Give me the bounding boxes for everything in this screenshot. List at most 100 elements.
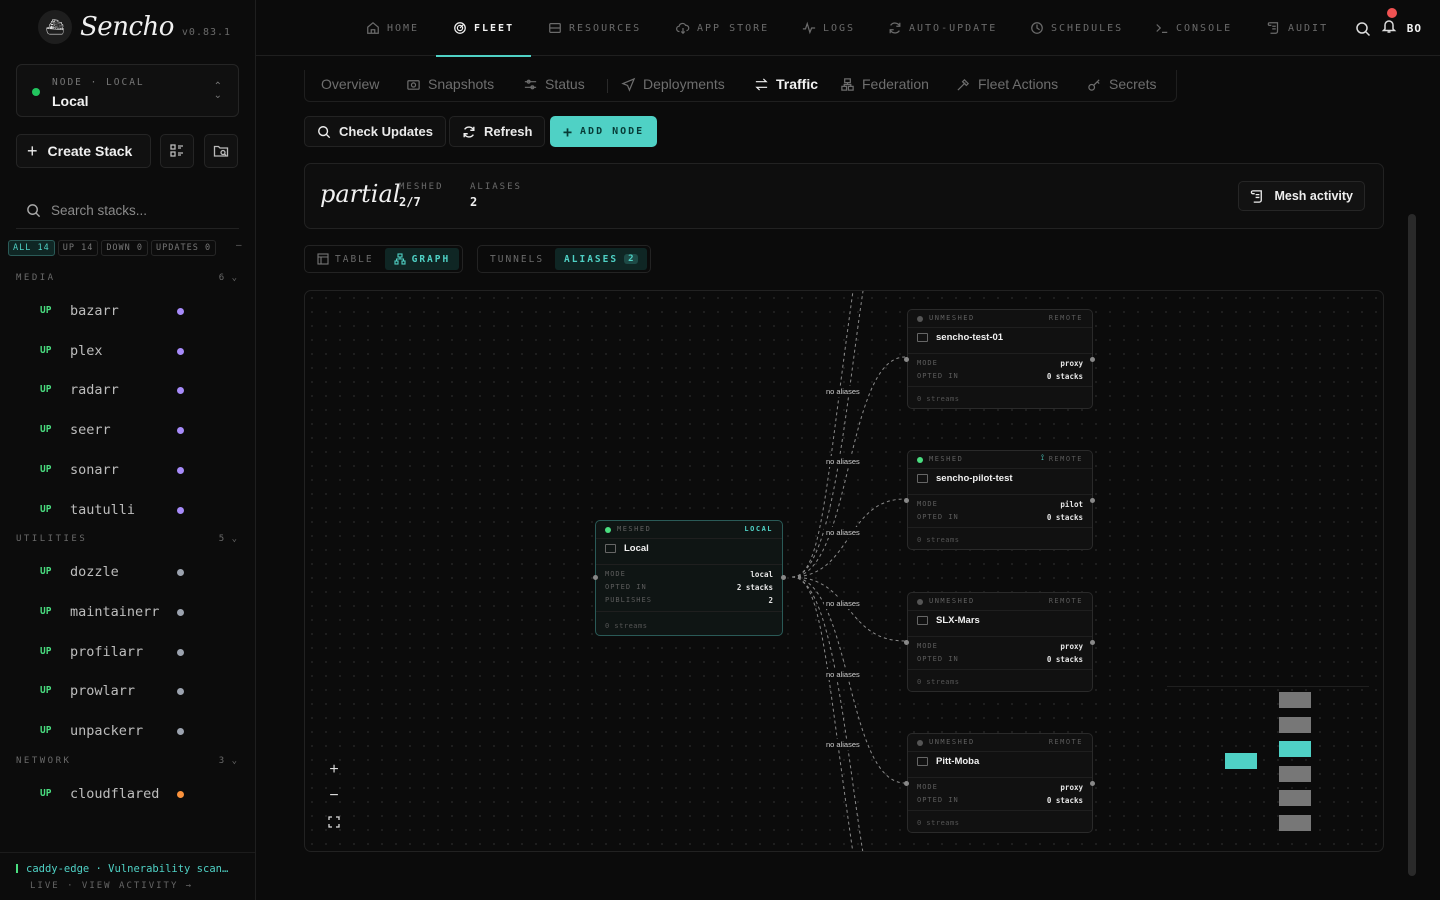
mesh-state: partial xyxy=(320,180,401,208)
tab-label: Federation xyxy=(862,76,929,92)
node-state: UNMESHED xyxy=(929,597,975,605)
mesh-graph-canvas[interactable]: MESHED LOCAL Local MODE local OPTED IN 2 stack… xyxy=(304,290,1384,852)
stack-item[interactable]: UP cloudflared xyxy=(16,780,238,810)
nav-audit[interactable]: AUDIT xyxy=(1267,0,1328,56)
ship-logo-icon: ⛴ xyxy=(38,10,72,44)
tab-traffic[interactable]: Traffic xyxy=(754,76,818,92)
nav-resources[interactable]: RESOURCES xyxy=(548,0,641,56)
graph-minimap[interactable] xyxy=(1167,686,1369,836)
view-toggle: TABLE GRAPH xyxy=(304,245,464,273)
node-port xyxy=(781,575,786,580)
node-header: UNMESHED REMOTE xyxy=(908,310,1092,328)
node-field: OPTED IN 0 stacks xyxy=(917,513,1083,522)
stack-item[interactable]: UP seerr xyxy=(16,416,238,446)
search-icon[interactable] xyxy=(1355,21,1371,37)
aliases-button[interactable]: ALIASES 2 xyxy=(555,248,647,270)
tab-fleet-actions[interactable]: Fleet Actions xyxy=(956,76,1058,92)
stack-search[interactable] xyxy=(16,193,239,229)
node-field: OPTED IN 0 stacks xyxy=(917,372,1083,381)
stack-item[interactable]: UP tautulli xyxy=(16,496,238,526)
local-node[interactable]: MESHED LOCAL Local MODE local OPTED IN 2 stack… xyxy=(595,520,783,636)
nav-console[interactable]: CONSOLE xyxy=(1155,0,1232,56)
tab-overview[interactable]: Overview xyxy=(321,76,379,92)
node-selector[interactable]: NODE · LOCAL Local ⌃ ⌄ xyxy=(16,64,239,117)
nav-app-store[interactable]: APP STORE xyxy=(676,0,769,56)
group-header[interactable]: UTILITIES 5 ⌄ xyxy=(16,534,238,544)
app-version: v0.83.1 xyxy=(181,26,232,38)
node-streams: 0 streams xyxy=(917,678,960,686)
zoom-out-button[interactable]: − xyxy=(323,785,345,807)
tunnels-button[interactable]: TUNNELS xyxy=(481,248,553,270)
field-value: pilot xyxy=(1060,500,1083,509)
tab-status[interactable]: Status xyxy=(523,76,585,92)
aliases-value: 2 xyxy=(470,195,478,209)
stack-color-dot xyxy=(177,387,184,395)
filter-chip[interactable]: DOWN 0 xyxy=(101,240,149,256)
stack-item[interactable]: UP unpackerr xyxy=(16,717,238,747)
stack-item[interactable]: UP bazarr xyxy=(16,297,238,327)
stack-color-dot xyxy=(177,427,184,435)
top-nav: HOME FLEET RESOURCES APP STORE LOGS AUTO-UPDA… xyxy=(256,0,1440,57)
nav-label: HOME xyxy=(387,22,420,34)
remote-node[interactable]: UNMESHED REMOTE SLX-Mars MODE proxy OPTED IN 0… xyxy=(907,592,1093,692)
remote-node[interactable]: UNMESHED REMOTE sencho-test-01 MODE proxy OPT… xyxy=(907,309,1093,409)
graph-view-button[interactable]: GRAPH xyxy=(384,248,460,270)
fit-view-button[interactable] xyxy=(323,811,345,833)
check-updates-label: Check Updates xyxy=(339,124,433,139)
tab-secrets[interactable]: Secrets xyxy=(1087,76,1156,92)
aliases-label: ALIASES xyxy=(564,253,619,265)
field-value: proxy xyxy=(1060,359,1083,368)
stack-status: UP xyxy=(40,725,52,736)
brand[interactable]: ⛴ Sencho v0.83.1 xyxy=(38,10,231,44)
stack-item[interactable]: UP radarr xyxy=(16,376,238,406)
nav-label: FLEET xyxy=(474,22,515,34)
stack-item[interactable]: UP dozzle xyxy=(16,558,238,588)
notifications[interactable] xyxy=(1381,8,1397,39)
mesh-activity-button[interactable]: Mesh activity xyxy=(1238,181,1365,211)
zoom-in-button[interactable]: + xyxy=(323,759,345,781)
remote-node[interactable]: UNMESHED REMOTE Pitt-Moba MODE proxy OPTED IN… xyxy=(907,733,1093,833)
remote-node[interactable]: MESHED ⟟ REMOTE sencho-pilot-test MODE pilot O… xyxy=(907,450,1093,550)
search-input[interactable] xyxy=(51,203,231,218)
folder-search-button[interactable] xyxy=(204,134,238,168)
tab-federation[interactable]: Federation xyxy=(840,76,929,92)
nav-auto-update[interactable]: AUTO-UPDATE xyxy=(888,0,997,56)
aliases-count: 2 xyxy=(624,254,638,264)
filter-chip[interactable]: UPDATES 0 xyxy=(151,240,217,256)
nav-fleet[interactable]: FLEET xyxy=(436,0,532,57)
field-value: 0 stacks xyxy=(1046,655,1083,664)
activity-footer[interactable]: caddy-edge · Vulnerability scan… LIVE · … xyxy=(0,852,255,900)
nav-schedules[interactable]: SCHEDULES xyxy=(1030,0,1123,56)
filter-chip[interactable]: ALL 14 xyxy=(8,240,55,256)
refresh-button[interactable]: Refresh xyxy=(449,116,546,147)
stack-item[interactable]: UP maintainerr xyxy=(16,598,238,628)
tab-deployments[interactable]: Deployments xyxy=(621,76,725,92)
user-avatar[interactable]: BO xyxy=(1407,22,1422,35)
group-header[interactable]: NETWORK 3 ⌄ xyxy=(16,756,238,766)
nav-logs[interactable]: LOGS xyxy=(802,0,855,56)
node-field: OPTED IN 0 stacks xyxy=(917,655,1083,664)
table-icon xyxy=(317,253,329,265)
nav-home[interactable]: HOME xyxy=(366,0,419,56)
create-stack-button[interactable]: + Create Stack xyxy=(16,134,151,168)
filter-more-icon[interactable]: – xyxy=(236,240,242,251)
stack-item[interactable]: UP profilarr xyxy=(16,638,238,668)
stack-item[interactable]: UP plex xyxy=(16,337,238,367)
field-label: MODE xyxy=(605,570,626,578)
page-scrollbar[interactable] xyxy=(1408,214,1416,876)
table-view-button[interactable]: TABLE xyxy=(308,248,383,270)
view-activity-link[interactable]: LIVE · VIEW ACTIVITY → xyxy=(30,881,193,891)
deployments-icon xyxy=(621,77,636,92)
stack-name: cloudflared xyxy=(70,785,160,802)
stack-item[interactable]: UP prowlarr xyxy=(16,677,238,707)
tab-snapshots[interactable]: Snapshots xyxy=(406,76,494,92)
list-view-button[interactable] xyxy=(160,134,194,168)
node-field: MODE proxy xyxy=(917,359,1083,368)
plus-icon: + xyxy=(329,761,339,778)
stack-item[interactable]: UP sonarr xyxy=(16,456,238,486)
filter-chip[interactable]: UP 14 xyxy=(57,240,99,256)
stack-status: UP xyxy=(40,384,52,396)
add-node-button[interactable]: + ADD NODE xyxy=(550,116,658,147)
group-header[interactable]: MEDIA 6 ⌄ xyxy=(16,273,238,283)
check-updates-button[interactable]: Check Updates xyxy=(304,116,446,147)
